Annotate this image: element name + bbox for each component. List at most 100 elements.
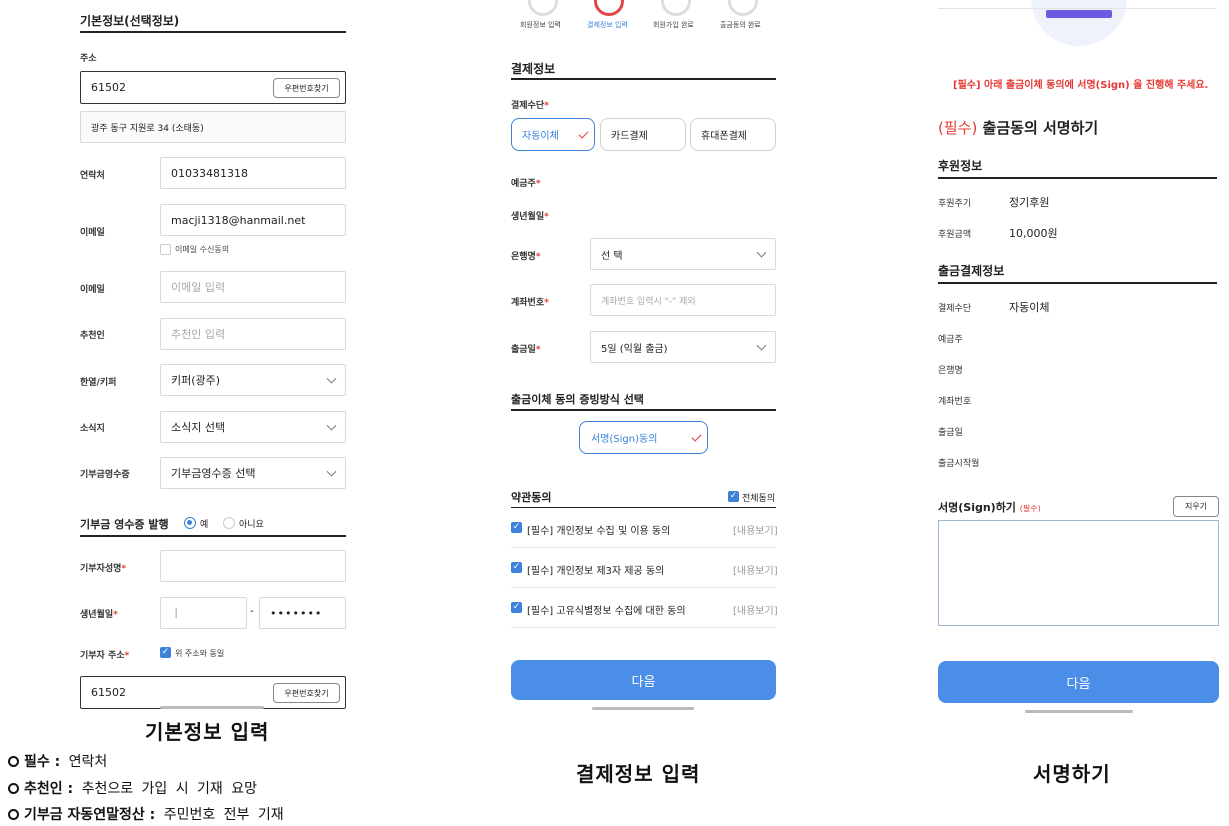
- bank-value: 선 택: [601, 250, 623, 262]
- caption-payment-info: 결제정보 입력: [576, 762, 701, 786]
- document-icon: [1046, 10, 1112, 18]
- radio-no[interactable]: [223, 517, 235, 529]
- support-title: 후원정보: [938, 159, 983, 173]
- circle-bullet-icon: [8, 783, 19, 794]
- all-agree-checkbox[interactable]: ✓: [728, 491, 739, 502]
- referrer-label: 추천인: [80, 331, 105, 341]
- section-title: 결제정보: [511, 62, 556, 76]
- step-circle: [661, 0, 691, 16]
- step-label: 출금동의 완료: [720, 21, 761, 29]
- hanyeol-select[interactable]: 키퍼(광주): [160, 364, 346, 396]
- receipt-value: 기부금영수증 선택: [171, 467, 256, 480]
- term-checkbox[interactable]: ✓: [511, 522, 522, 533]
- donor-address-label: 기부자 주소*: [80, 651, 130, 661]
- group-label: 소식지: [80, 424, 105, 434]
- method-label: 결제수단*: [511, 101, 549, 111]
- proof-title: 출금이체 동의 증빙방식 선택: [511, 393, 644, 406]
- clear-button[interactable]: 지우기: [1173, 496, 1219, 517]
- same-address-checkbox[interactable]: ✓: [160, 647, 171, 658]
- support-key: 후원금액: [938, 230, 972, 240]
- radio-no-label: 아니요: [239, 520, 264, 530]
- group-select[interactable]: 소식지 선택: [160, 411, 346, 443]
- view-terms-link[interactable]: [내용보기]: [733, 522, 778, 537]
- group-value: 소식지 선택: [171, 421, 226, 434]
- birth-dash: -: [250, 606, 254, 617]
- term-label: [필수] 고유식별정보 수집에 대한 동의: [527, 606, 686, 617]
- postcode-field[interactable]: 61502 우편번호찾기: [80, 71, 346, 104]
- postcode-value: 61502: [91, 81, 126, 94]
- divider: [938, 177, 1217, 179]
- referrer-placeholder: 추천인 입력: [171, 328, 226, 341]
- divider: [80, 535, 346, 537]
- section-title: 기본정보(선택정보): [80, 14, 180, 28]
- postcode-search-button[interactable]: 우편번호찾기: [273, 683, 340, 703]
- contact-field[interactable]: 01033481318: [160, 157, 346, 189]
- sign-consent-option[interactable]: 서명(Sign)동의: [579, 421, 708, 454]
- birth-front-field[interactable]: ㅣ: [160, 597, 247, 629]
- home-indicator: [1025, 710, 1133, 713]
- check-icon: [691, 431, 702, 442]
- note-item: 추천인 : 추천으로 가입 시 기재 요망: [8, 778, 257, 798]
- sign-title: 서명(Sign)하기 (필수): [938, 501, 1041, 514]
- account-label: 계좌번호*: [511, 298, 549, 308]
- term-label: [필수] 개인정보 제3자 제공 동의: [527, 566, 665, 577]
- account-field[interactable]: 계좌번호 입력시 "-" 제외: [590, 284, 776, 316]
- next-button[interactable]: 다음: [938, 661, 1219, 703]
- view-terms-link[interactable]: [내용보기]: [733, 602, 778, 617]
- email-field[interactable]: macji1318@hanmail.net: [160, 204, 346, 236]
- email-consent-checkbox[interactable]: [160, 244, 171, 255]
- next-button[interactable]: 다음: [511, 660, 776, 700]
- bank-select[interactable]: 선 택: [590, 238, 776, 270]
- method-phone[interactable]: 휴대폰결제: [690, 118, 776, 151]
- postcode-search-button[interactable]: 우편번호찾기: [273, 78, 340, 98]
- withdraw-select[interactable]: 5일 (익월 출금): [590, 331, 776, 363]
- pay-key: 출금일: [938, 428, 963, 438]
- withdraw-value: 5일 (익월 출금): [601, 343, 668, 355]
- address-line-value: 광주 동구 지원로 34 (소태동): [91, 123, 204, 134]
- divider: [511, 507, 776, 508]
- divider: [80, 31, 346, 33]
- receipt-select[interactable]: 기부금영수증 선택: [160, 457, 346, 489]
- divider: [511, 627, 776, 628]
- chevron-down-icon: [326, 466, 337, 477]
- chevron-down-icon: [756, 340, 767, 351]
- hanyeol-value: 키퍼(광주): [171, 374, 221, 387]
- divider: [511, 409, 776, 411]
- caption-signature: 서명하기: [1033, 762, 1111, 786]
- depositor-label: 예금주*: [511, 179, 541, 189]
- step-label: 회원가입 완료: [653, 21, 694, 29]
- radio-yes[interactable]: [184, 517, 196, 529]
- receipt-section-title: 기부금 영수증 발행: [80, 518, 169, 531]
- caption-basic-info: 기본정보 입력: [145, 720, 270, 744]
- birth-back-field[interactable]: •••••••: [259, 597, 346, 629]
- view-terms-link[interactable]: [내용보기]: [733, 562, 778, 577]
- method-card[interactable]: 카드결제: [600, 118, 686, 151]
- donor-name-field[interactable]: [160, 550, 346, 582]
- term-checkbox[interactable]: ✓: [511, 602, 522, 613]
- chevron-down-icon: [756, 247, 767, 258]
- step-label: 회원정보 입력: [520, 21, 561, 29]
- donor-postcode-value: 61502: [91, 686, 126, 699]
- chevron-down-icon: [326, 420, 337, 431]
- email2-placeholder: 이메일 입력: [171, 281, 226, 294]
- divider: [511, 78, 776, 80]
- pay-key: 은행명: [938, 366, 963, 376]
- donor-postcode-field[interactable]: 61502 우편번호찾기: [80, 676, 346, 709]
- same-address-label: 위 주소와 동일: [175, 649, 225, 658]
- referrer-field[interactable]: 추천인 입력: [160, 318, 346, 350]
- all-agree-label: 전체동의: [742, 494, 776, 504]
- birth-front-value: ㅣ: [171, 607, 182, 620]
- note-item: 기부금 자동연말정산 : 주민번호 전부 기재: [8, 804, 284, 824]
- term-checkbox[interactable]: ✓: [511, 562, 522, 573]
- birth-label: 생년월일*: [511, 212, 549, 222]
- address-line-field[interactable]: 광주 동구 지원로 34 (소태동): [80, 111, 346, 143]
- sign-notice: [필수] 아래 출금이체 동의에 서명(Sign) 을 진행해 주세요.: [953, 80, 1209, 91]
- email2-field[interactable]: 이메일 입력: [160, 271, 346, 303]
- illustration-circle: [1031, 0, 1127, 46]
- support-value: 정기후원: [1009, 196, 1050, 209]
- check-icon: [578, 128, 589, 139]
- method-autotransfer[interactable]: 자동이체: [511, 118, 595, 151]
- signature-pad[interactable]: [938, 520, 1219, 626]
- divider: [938, 8, 1217, 9]
- pay-key: 출금시작월: [938, 459, 980, 469]
